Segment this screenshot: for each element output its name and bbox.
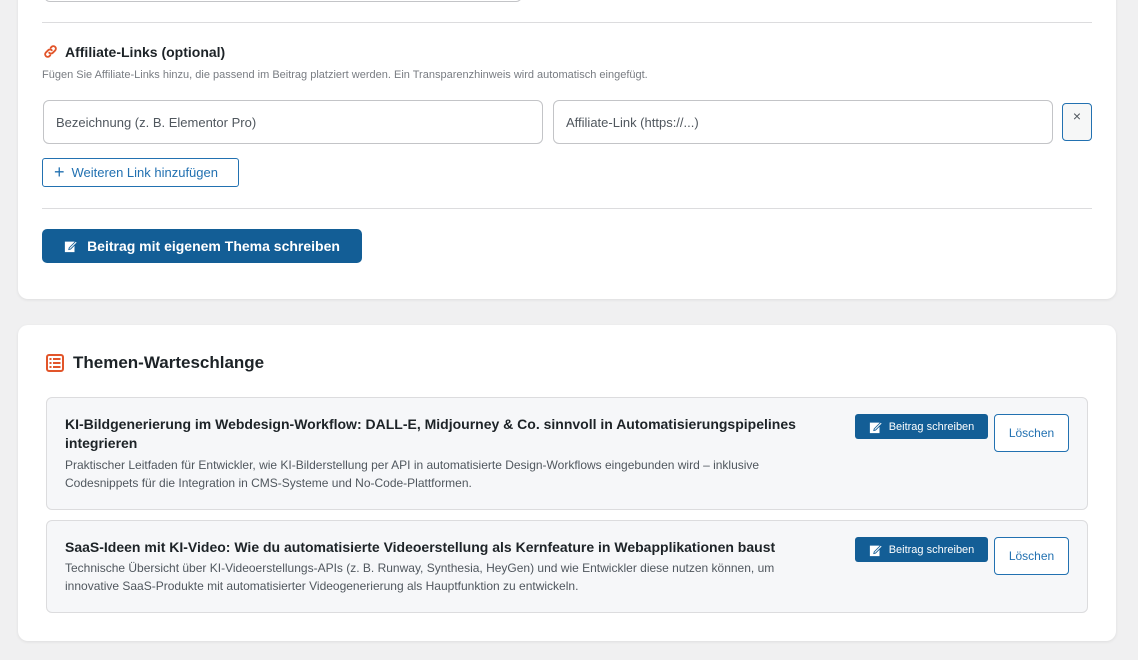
queue-heading-text: Themen-Warteschlange — [73, 353, 265, 372]
write-post-button[interactable]: Beitrag schreiben — [855, 414, 988, 439]
queue-item-description: Praktischer Leitfaden für Entwickler, wi… — [65, 458, 760, 490]
write-own-topic-button[interactable]: Beitrag mit eigenem Thema schreiben — [42, 229, 362, 263]
link-icon — [44, 45, 57, 58]
divider — [42, 22, 1092, 23]
delete-button[interactable]: Löschen — [994, 537, 1069, 575]
affiliate-settings-card: Affiliate-Links (optional) Fügen Sie Aff… — [18, 0, 1116, 299]
affiliate-hint: Fügen Sie Affiliate-Links hinzu, die pas… — [42, 69, 648, 81]
divider — [42, 208, 1092, 209]
previous-input-field[interactable] — [44, 0, 522, 2]
affiliate-label-input[interactable] — [43, 100, 543, 144]
edit-icon — [869, 544, 883, 556]
remove-link-button[interactable]: × — [1062, 103, 1092, 141]
queue-item-title: KI-Bildgenerierung im Webdesign-Workflow… — [65, 416, 796, 451]
affiliate-heading-text: Affiliate-Links (optional) — [65, 43, 226, 60]
topic-queue-card: Themen-Warteschlange KI-Bildgenerierung … — [18, 325, 1116, 641]
affiliate-heading: Affiliate-Links (optional) — [42, 43, 225, 60]
add-link-button[interactable]: + Weiteren Link hinzufügen — [42, 158, 239, 187]
queue-item-title: SaaS-Ideen mit KI-Video: Wie du automati… — [65, 539, 776, 555]
affiliate-url-input[interactable] — [553, 100, 1053, 144]
add-link-label: Weiteren Link hinzufügen — [71, 165, 218, 180]
queue-item: SaaS-Ideen mit KI-Video: Wie du automati… — [46, 520, 1088, 613]
delete-label: Löschen — [1008, 426, 1055, 440]
delete-label: Löschen — [1008, 549, 1055, 563]
write-post-button[interactable]: Beitrag schreiben — [855, 537, 988, 562]
plus-icon: + — [54, 161, 65, 182]
list-icon — [46, 354, 64, 372]
write-post-label: Beitrag schreiben — [888, 543, 975, 556]
write-post-label: Beitrag schreiben — [888, 420, 975, 433]
queue-item-description: Technische Übersicht über KI-Videoerstel… — [65, 561, 775, 593]
queue-item: KI-Bildgenerierung im Webdesign-Workflow… — [46, 397, 1088, 510]
edit-icon — [64, 240, 78, 253]
edit-icon — [869, 421, 883, 433]
queue-heading: Themen-Warteschlange — [46, 353, 264, 373]
delete-button[interactable]: Löschen — [994, 414, 1069, 452]
close-icon: × — [1072, 108, 1082, 124]
write-own-topic-label: Beitrag mit eigenem Thema schreiben — [87, 238, 340, 254]
